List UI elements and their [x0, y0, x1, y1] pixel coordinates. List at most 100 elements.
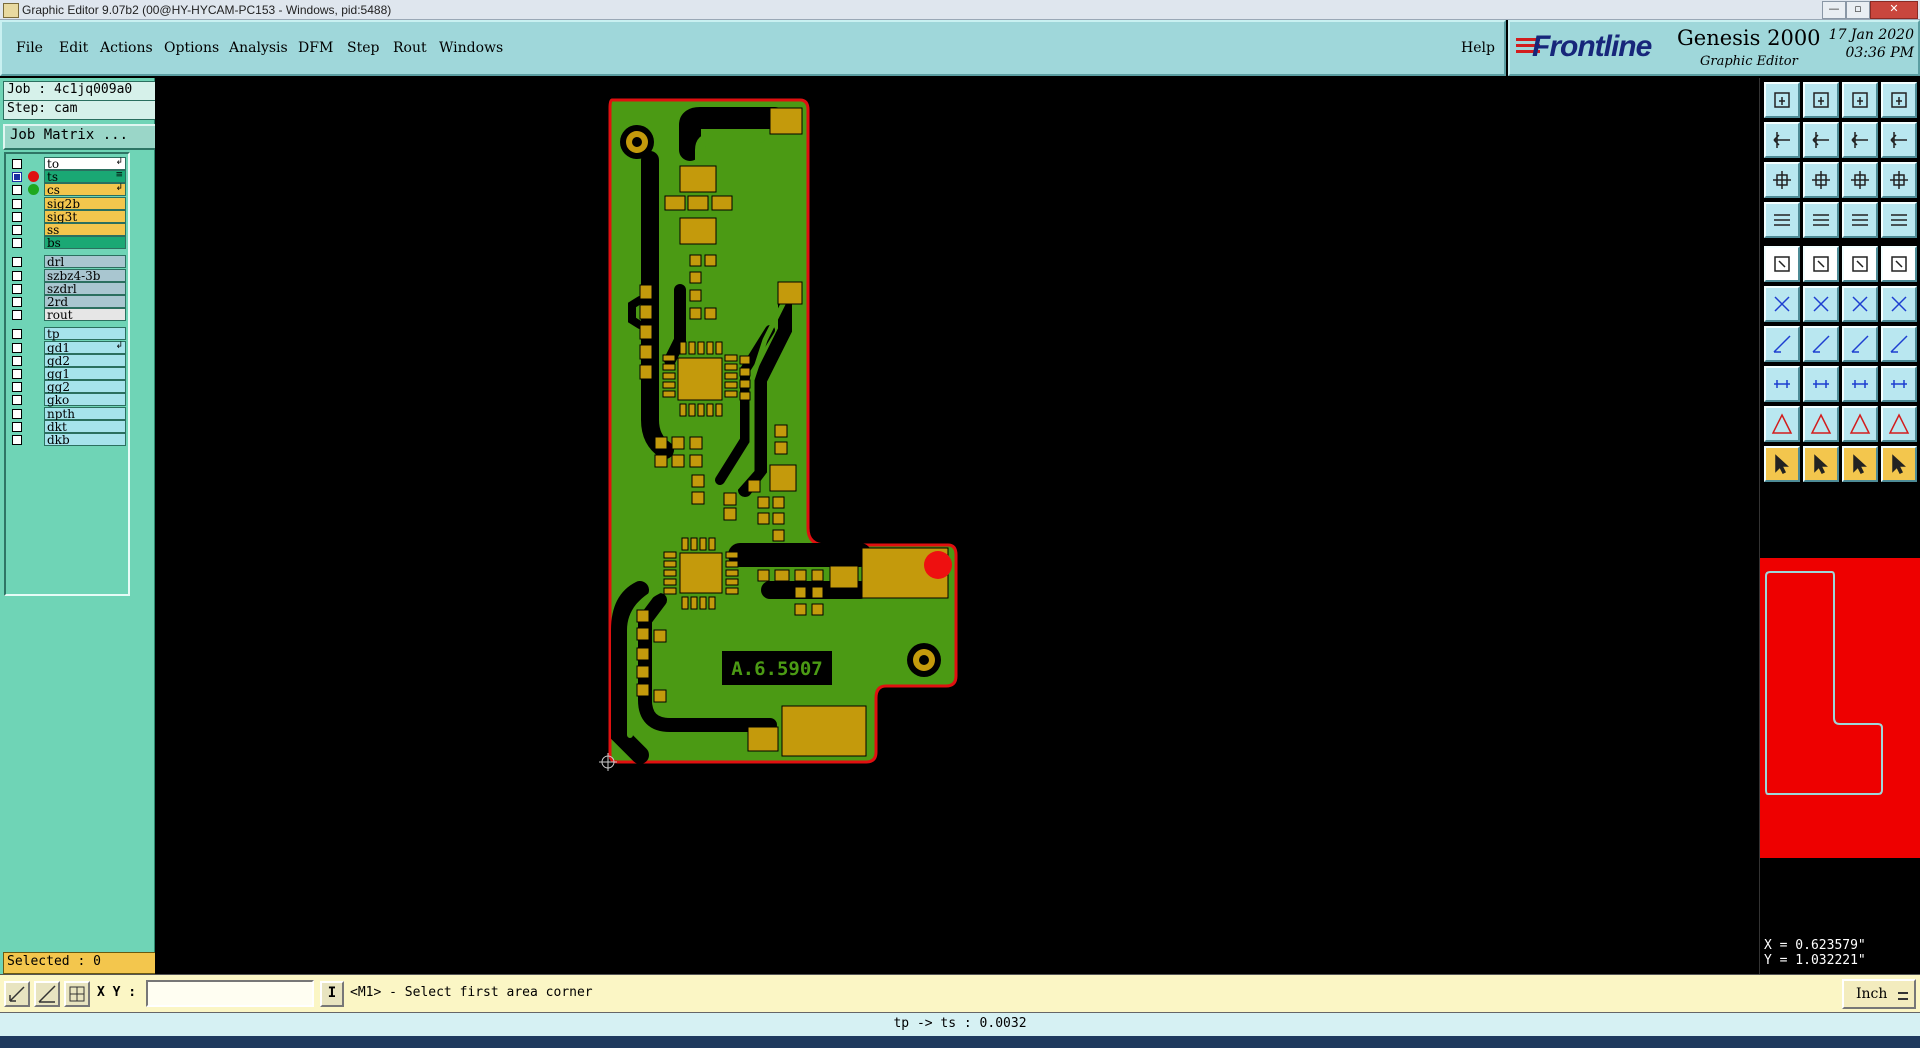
- maximize-button[interactable]: ▫: [1846, 1, 1870, 19]
- help-query-button[interactable]: [1881, 162, 1917, 198]
- menu-options[interactable]: Options: [164, 40, 219, 56]
- zoom-step-button[interactable]: [1803, 162, 1839, 198]
- layer-checkbox[interactable]: [12, 238, 22, 249]
- layer-name[interactable]: ss: [44, 223, 126, 237]
- pan-right-button[interactable]: [1803, 122, 1839, 158]
- menu-windows[interactable]: Windows: [439, 40, 503, 56]
- pan-left-button[interactable]: [1764, 122, 1800, 158]
- layer-checkbox[interactable]: [12, 369, 22, 379]
- pad-select-button[interactable]: [1764, 366, 1800, 402]
- minimize-button[interactable]: —: [1822, 1, 1846, 19]
- hand-button[interactable]: [1764, 202, 1800, 238]
- slash-button[interactable]: [1803, 326, 1839, 362]
- menu-help[interactable]: Help: [1461, 40, 1495, 56]
- triangle-d-button[interactable]: [1881, 406, 1917, 442]
- layer-checkbox[interactable]: [12, 421, 22, 432]
- mirror-button[interactable]: [1881, 326, 1917, 362]
- layer-checkbox[interactable]: [12, 355, 22, 366]
- measure-mode-icon[interactable]: [34, 981, 60, 1007]
- layer-name[interactable]: sig2b: [44, 196, 126, 210]
- pointer-multi-button[interactable]: [1881, 446, 1917, 482]
- layer-checkbox[interactable]: [12, 211, 22, 222]
- layer-name[interactable]: npth: [44, 406, 126, 420]
- layer-checkbox[interactable]: [12, 342, 22, 353]
- layer-name[interactable]: szbz4-3b: [44, 268, 126, 282]
- layer-name[interactable]: tp: [44, 327, 126, 341]
- layer-checkbox[interactable]: [12, 382, 22, 393]
- close-button[interactable]: ✕: [1870, 1, 1918, 19]
- menu-rout[interactable]: Rout: [393, 40, 427, 56]
- layers-a-button[interactable]: [1842, 202, 1878, 238]
- layer-name[interactable]: dkb: [44, 433, 126, 447]
- home-button[interactable]: [1842, 82, 1878, 118]
- pointer-button[interactable]: [1764, 446, 1800, 482]
- layer-name[interactable]: gd2: [44, 353, 126, 367]
- job-matrix-button[interactable]: Job Matrix ...: [3, 124, 160, 150]
- layer-row-dkb[interactable]: dkb: [8, 432, 126, 447]
- menu-edit[interactable]: Edit: [59, 40, 88, 56]
- layer-checkbox[interactable]: [12, 257, 22, 268]
- layer-checkbox[interactable]: [12, 297, 22, 307]
- arc-node-button[interactable]: [1881, 286, 1917, 322]
- grid-button[interactable]: [1803, 202, 1839, 238]
- layer-name[interactable]: sig3t: [44, 209, 126, 223]
- ruler-button[interactable]: [1842, 246, 1878, 282]
- grid-snap-icon[interactable]: [64, 981, 90, 1007]
- layer-name[interactable]: bs: [44, 236, 126, 250]
- pointer-move-button[interactable]: [1842, 446, 1878, 482]
- layout-button[interactable]: [1881, 82, 1917, 118]
- layer-name[interactable]: dkt: [44, 419, 126, 433]
- connect-nodes-button[interactable]: [1764, 286, 1800, 322]
- scroll-button[interactable]: [1881, 122, 1917, 158]
- array-button[interactable]: [1881, 366, 1917, 402]
- layer-name[interactable]: to: [44, 157, 126, 171]
- menu-step[interactable]: Step: [347, 40, 379, 56]
- minus-button[interactable]: [1803, 366, 1839, 402]
- layer-row-rout[interactable]: rout: [8, 307, 126, 322]
- line-node-button[interactable]: [1842, 286, 1878, 322]
- camera-button[interactable]: [1764, 246, 1800, 282]
- draw-mode-icon[interactable]: [4, 981, 30, 1007]
- cross-node-button[interactable]: [1803, 286, 1839, 322]
- pad-button[interactable]: [1881, 246, 1917, 282]
- layer-name[interactable]: drl: [44, 255, 126, 269]
- triangle-c-button[interactable]: [1842, 406, 1878, 442]
- layer-checkbox[interactable]: [12, 172, 22, 183]
- layer-name[interactable]: cs: [44, 183, 126, 197]
- graphic-canvas[interactable]: A.6.5907: [155, 78, 1759, 974]
- triangle-a-button[interactable]: [1764, 406, 1800, 442]
- layer-name[interactable]: rout: [44, 308, 126, 322]
- menu-actions[interactable]: Actions: [100, 40, 153, 56]
- features-button[interactable]: [1803, 246, 1839, 282]
- layer-checkbox[interactable]: [12, 159, 22, 169]
- layer-checkbox[interactable]: [12, 435, 22, 445]
- layers-b-button[interactable]: [1881, 202, 1917, 238]
- resize-button[interactable]: [1842, 366, 1878, 402]
- layer-name[interactable]: ts: [44, 170, 126, 184]
- pointer-select-button[interactable]: [1803, 446, 1839, 482]
- layer-checkbox[interactable]: [12, 270, 22, 281]
- layer-name[interactable]: gg1: [44, 367, 126, 381]
- xy-input[interactable]: [146, 980, 314, 1007]
- triangle-b-button[interactable]: [1803, 406, 1839, 442]
- layer-row-bs[interactable]: bs: [8, 235, 126, 250]
- layer-checkbox[interactable]: [12, 198, 22, 209]
- mini-map[interactable]: [1760, 558, 1920, 858]
- layer-name[interactable]: 2rd: [44, 295, 126, 309]
- layer-name[interactable]: gd1: [44, 340, 126, 354]
- unit-selector[interactable]: Inch: [1842, 979, 1916, 1009]
- menu-analysis[interactable]: Analysis: [229, 40, 288, 56]
- rotate-button[interactable]: [1842, 326, 1878, 362]
- layer-checkbox[interactable]: [12, 283, 22, 294]
- layer-checkbox[interactable]: [12, 185, 22, 196]
- redraw-button[interactable]: [1842, 122, 1878, 158]
- menu-file[interactable]: File: [16, 40, 43, 56]
- layer-name[interactable]: szdrl: [44, 281, 126, 295]
- layer-checkbox[interactable]: [12, 408, 22, 419]
- line-draw-button[interactable]: [1764, 326, 1800, 362]
- snapshot-button[interactable]: [1764, 82, 1800, 118]
- layer-checkbox[interactable]: [12, 395, 22, 406]
- menu-dfm[interactable]: DFM: [298, 40, 333, 56]
- layer-checkbox[interactable]: [12, 225, 22, 235]
- fetch-button[interactable]: [1803, 82, 1839, 118]
